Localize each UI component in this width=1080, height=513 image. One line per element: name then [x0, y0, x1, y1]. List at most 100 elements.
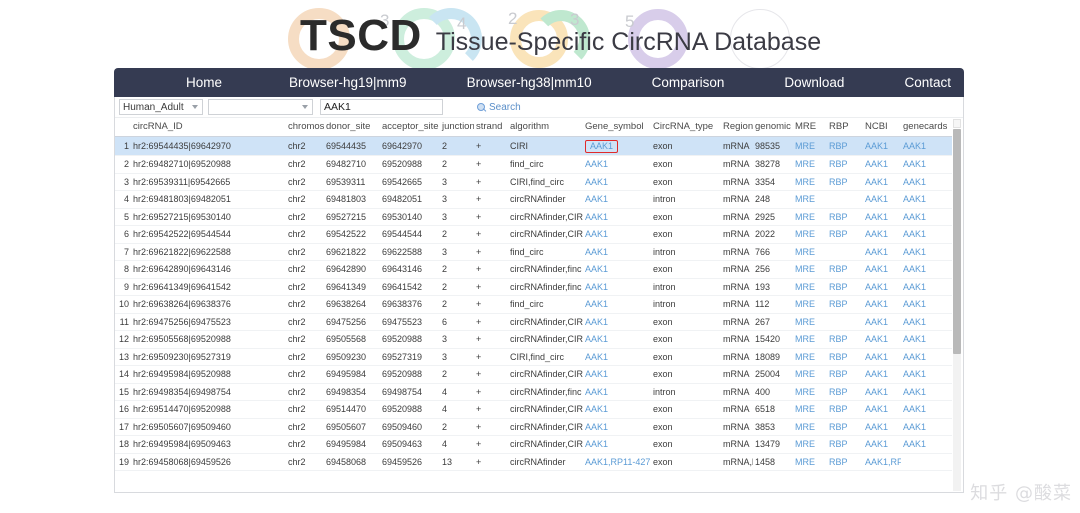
cell-genecards-link[interactable]: AAK1 [903, 439, 926, 449]
col-header-genecards[interactable]: genecards [901, 118, 953, 137]
cell-ncbi-link[interactable]: AAK1 [865, 334, 888, 344]
col-header-mre[interactable]: MRE [793, 118, 827, 137]
cell-rbp-link[interactable]: RBP [829, 159, 848, 169]
cell-gene-symbol-link[interactable]: AAK1 [585, 352, 608, 362]
table-row[interactable]: 11hr2:69475256|69475523chr26947525669475… [115, 313, 953, 331]
cell-gene-symbol[interactable]: AAK1 [583, 296, 651, 314]
cell-ncbi[interactable]: AAK1 [863, 137, 901, 156]
cell-gene-symbol-link[interactable]: AAK1 [585, 299, 608, 309]
cell-rbp[interactable]: RBP [827, 436, 863, 454]
table-row[interactable]: 13hr2:69509230|69527319chr26950923069527… [115, 348, 953, 366]
cell-gene-symbol-link[interactable]: AAK1 [585, 387, 608, 397]
cell-genecards[interactable]: AAK1 [901, 401, 953, 419]
cell-genecards[interactable]: AAK1 [901, 226, 953, 244]
cell-gene-symbol[interactable]: AAK1 [583, 331, 651, 349]
cell-ncbi-link[interactable]: AAK1 [865, 352, 888, 362]
cell-ncbi[interactable]: AAK1 [863, 173, 901, 191]
cell-ncbi[interactable]: AAK1 [863, 331, 901, 349]
cell-genecards[interactable]: AAK1 [901, 313, 953, 331]
table-row[interactable]: 5hr2:69527215|69530140chr269527215695301… [115, 208, 953, 226]
cell-gene-symbol-link[interactable]: AAK1 [585, 317, 608, 327]
cell-mre[interactable]: MRE [793, 137, 827, 156]
table-row[interactable]: 1hr2:69544435|69642970chr269544435696429… [115, 137, 953, 156]
cell-rbp[interactable] [827, 313, 863, 331]
cell-gene-symbol-link[interactable]: AAK1 [585, 212, 608, 222]
cell-gene-symbol-link[interactable]: AAK1 [585, 369, 608, 379]
cell-ncbi-link[interactable]: AAK1 [865, 247, 888, 257]
cell-mre[interactable]: MRE [793, 243, 827, 261]
scrollbar-thumb[interactable] [953, 129, 961, 354]
cell-gene-symbol-link[interactable]: AAK1 [585, 194, 608, 204]
cell-gene-symbol[interactable]: AAK1 [583, 156, 651, 174]
cell-ncbi[interactable]: AAK1 [863, 191, 901, 209]
cell-genecards[interactable] [901, 453, 953, 471]
nav-browser-hg38-mm10[interactable]: Browser-hg38|mm10 [461, 75, 598, 90]
cell-gene-symbol-link[interactable]: AAK1 [585, 334, 608, 344]
table-row[interactable]: 4hr2:69481803|69482051chr269481803694820… [115, 191, 953, 209]
cell-gene-symbol[interactable]: AAK1 [583, 278, 651, 296]
cell-mre[interactable]: MRE [793, 436, 827, 454]
cell-genecards[interactable]: AAK1 [901, 331, 953, 349]
cell-genecards-link[interactable]: AAK1 [903, 212, 926, 222]
cell-rbp[interactable]: RBP [827, 348, 863, 366]
cell-gene-symbol[interactable]: AAK1 [583, 348, 651, 366]
cell-rbp-link[interactable]: RBP [829, 282, 848, 292]
col-header-genomic[interactable]: genomic [753, 118, 793, 137]
cell-ncbi-link[interactable]: AAK1 [865, 177, 888, 187]
cell-gene-symbol-link[interactable]: AAK1,RP11-427H [585, 457, 651, 467]
cell-mre[interactable]: MRE [793, 366, 827, 384]
cell-mre-link[interactable]: MRE [795, 141, 815, 151]
cell-mre[interactable]: MRE [793, 401, 827, 419]
cell-mre-link[interactable]: MRE [795, 404, 815, 414]
cell-genecards-link[interactable]: AAK1 [903, 177, 926, 187]
cell-genecards[interactable]: AAK1 [901, 296, 953, 314]
cell-genecards-link[interactable]: AAK1 [903, 317, 926, 327]
cell-mre[interactable]: MRE [793, 191, 827, 209]
cell-rbp[interactable]: RBP [827, 137, 863, 156]
cell-ncbi-link[interactable]: AAK1,RF [865, 457, 901, 467]
cell-ncbi-link[interactable]: AAK1 [865, 317, 888, 327]
table-row[interactable]: 12hr2:69505568|69520988chr26950556869520… [115, 331, 953, 349]
cell-rbp-link[interactable]: RBP [829, 229, 848, 239]
cell-rbp[interactable]: RBP [827, 173, 863, 191]
cell-genecards[interactable]: AAK1 [901, 436, 953, 454]
col-header-acceptor-site[interactable]: acceptor_site [380, 118, 440, 137]
cell-ncbi[interactable]: AAK1 [863, 208, 901, 226]
cell-ncbi[interactable]: AAK1 [863, 418, 901, 436]
cell-genecards-link[interactable]: AAK1 [903, 352, 926, 362]
cell-mre-link[interactable]: MRE [795, 439, 815, 449]
col-header-chromos[interactable]: chromos [286, 118, 324, 137]
cell-ncbi[interactable]: AAK1 [863, 156, 901, 174]
cell-gene-symbol-link[interactable]: AAK1 [585, 439, 608, 449]
cell-gene-symbol-link[interactable]: AAK1 [585, 229, 608, 239]
cell-genecards[interactable]: AAK1 [901, 137, 953, 156]
cell-rbp[interactable]: RBP [827, 418, 863, 436]
cell-genecards-link[interactable]: AAK1 [903, 334, 926, 344]
cell-gene-symbol-link[interactable]: AAK1 [585, 177, 608, 187]
cell-rbp[interactable]: RBP [827, 156, 863, 174]
cell-gene-symbol[interactable]: AAK1 [583, 261, 651, 279]
cell-rbp[interactable] [827, 243, 863, 261]
cell-genecards[interactable]: AAK1 [901, 366, 953, 384]
cell-gene-symbol[interactable]: AAK1,RP11-427H [583, 453, 651, 471]
cell-rbp[interactable]: RBP [827, 226, 863, 244]
cell-genecards[interactable]: AAK1 [901, 348, 953, 366]
cell-mre[interactable]: MRE [793, 226, 827, 244]
cell-mre[interactable]: MRE [793, 383, 827, 401]
table-row[interactable]: 16hr2:69514470|69520988chr26951447069520… [115, 401, 953, 419]
cell-ncbi[interactable]: AAK1 [863, 313, 901, 331]
nav-contact[interactable]: Contact [898, 75, 957, 90]
cell-gene-symbol-link[interactable]: AAK1 [585, 404, 608, 414]
vertical-scrollbar[interactable] [952, 119, 962, 491]
cell-genecards-link[interactable]: AAK1 [903, 247, 926, 257]
cell-mre[interactable]: MRE [793, 331, 827, 349]
cell-mre-link[interactable]: MRE [795, 194, 815, 204]
cell-genecards[interactable]: AAK1 [901, 208, 953, 226]
cell-ncbi-link[interactable]: AAK1 [865, 159, 888, 169]
cell-gene-symbol[interactable]: AAK1 [583, 243, 651, 261]
cell-rbp-link[interactable]: RBP [829, 141, 848, 151]
cell-rbp-link[interactable]: RBP [829, 299, 848, 309]
cell-mre-link[interactable]: MRE [795, 369, 815, 379]
search-button[interactable]: Search [477, 102, 521, 113]
cell-genecards[interactable]: AAK1 [901, 278, 953, 296]
